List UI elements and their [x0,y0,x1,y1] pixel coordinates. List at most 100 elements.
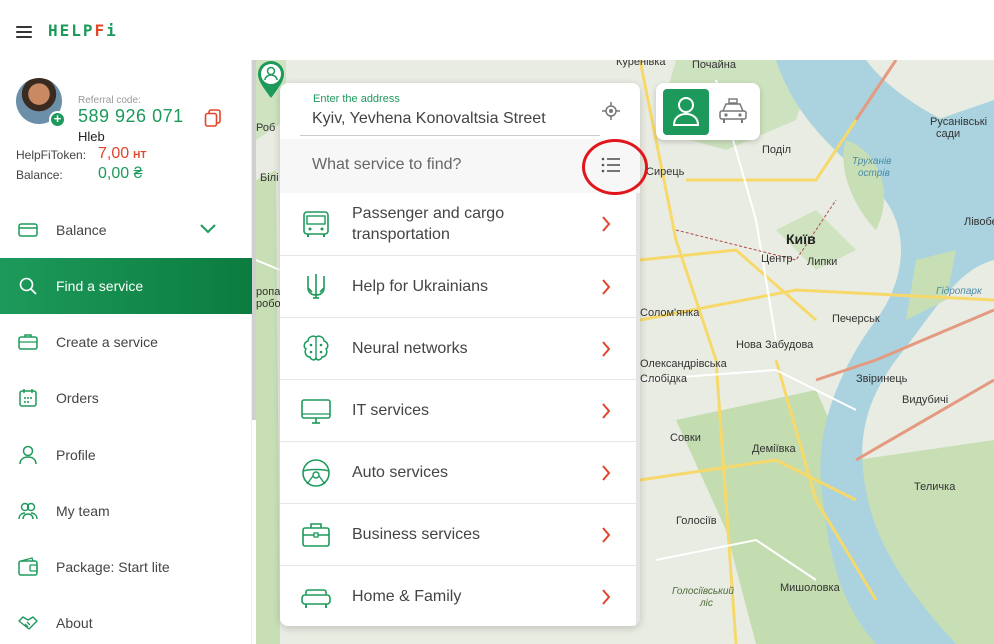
sidebar-scrollbar[interactable] [252,60,256,420]
search-placeholder: What service to find? [312,156,462,173]
sidebar-item-label: About [56,615,93,631]
map-label: Труханів [852,156,892,167]
sidebar-item-profile[interactable]: Profile [0,427,252,483]
panel-scrollbar[interactable] [636,193,640,626]
map-label: Олександрівська [640,358,727,370]
customer-role-button[interactable] [663,89,709,135]
person-icon [672,97,700,126]
service-label: IT services [352,402,430,419]
map-label: Мишоловка [780,582,840,594]
service-item-auto-services[interactable]: Auto services [280,441,636,503]
service-item-home-family[interactable]: Home & Family [280,565,636,626]
map-label: ропа [256,286,281,298]
top-bar: HELPFi [0,0,994,60]
sidebar-item-balance[interactable]: Balance [0,202,252,258]
service-item-business-services[interactable]: Business services [280,503,636,565]
taxi-icon[interactable] [718,97,748,127]
service-label: Neural networks [352,340,468,357]
team-icon [18,502,38,520]
map-label: робо [256,298,281,310]
map-label: Гідропарк [936,286,982,297]
map-label: Центр [761,253,793,265]
service-item-transportation[interactable]: Passenger and cargo transportation [280,193,636,255]
chevron-right-icon [602,465,611,481]
token-value: 7,00 HT [98,145,147,162]
bus-icon [303,211,329,237]
sidebar-item-orders[interactable]: Orders [0,370,252,426]
sidebar-item-label: Orders [56,390,99,406]
sidebar-item-my-team[interactable]: My team [0,483,252,539]
sidebar-item-label: Create a service [56,334,158,350]
copy-icon[interactable] [204,109,222,127]
map-label: Звіринець [856,373,908,385]
map-label: Куренівка [616,60,666,68]
map-label: Липки [807,256,838,268]
service-item-help-ukrainians[interactable]: Help for Ukrainians [280,255,636,317]
service-item-it-services[interactable]: IT services [280,379,636,441]
address-input[interactable]: Kyiv, Yevhena Konovaltsia Street [312,110,546,128]
app-logo[interactable]: HELPFi [48,21,118,40]
sidebar-item-label: Balance [56,222,107,238]
sidebar-item-about[interactable]: About [0,595,252,644]
briefcase-icon [18,334,38,350]
map-label: Почайна [692,60,736,71]
map-label: Роб [256,122,276,134]
map-label: Совки [670,432,701,444]
address-label: Enter the address [313,93,400,105]
service-label: Business services [352,526,481,543]
role-switch [656,83,760,140]
my-location-icon[interactable] [602,102,620,120]
map-label: Поділ [762,144,792,156]
steering-wheel-icon [302,459,330,487]
trident-icon [307,274,325,299]
chevron-down-icon[interactable] [200,224,216,234]
map-label: Солом'янка [640,307,700,319]
map-label: Сирець [646,166,685,178]
map-label: Слобідка [640,373,687,385]
map-label: Голосіїв [676,515,717,527]
service-item-neural-networks[interactable]: Neural networks [280,317,636,379]
service-label: Help for Ukrainians [352,278,489,295]
map-label: Білі [260,172,279,184]
sidebar-item-label: My team [56,503,110,519]
balance-label: Balance: [16,168,63,182]
username: Hleb [78,129,105,144]
chevron-right-icon [602,279,611,295]
sidebar-item-package[interactable]: Package: Start lite [0,539,252,595]
sidebar-item-label: Profile [56,447,96,463]
chevron-right-icon [602,216,611,232]
handshake-icon [18,616,38,630]
chevron-right-icon [602,403,611,419]
map-label: Видубичі [902,394,949,406]
highlight-circle [582,139,648,195]
address-underline [300,135,600,136]
sidebar-item-find-service[interactable]: Find a service [0,258,252,314]
wallet-icon [18,223,38,237]
chevron-right-icon [602,589,611,605]
service-label: Home & Family [352,588,462,605]
map-label: ліс [700,598,713,609]
map-label: Київ [786,231,816,247]
add-photo-icon[interactable]: + [49,111,66,128]
service-label: Passenger and cargo transportation [352,205,505,243]
map-label: острів [858,168,890,179]
brain-icon [303,335,329,361]
briefcase-icon [302,523,330,547]
hamburger-menu-icon[interactable] [16,26,32,38]
map-label: Печерськ [832,313,880,325]
map-label: Нова Забудова [736,339,814,351]
sidebar: + Referral code: 589 926 071 Hleb HelpFi… [0,60,252,644]
sidebar-item-label: Package: Start lite [56,559,170,575]
person-icon [19,445,37,465]
sidebar-item-create-service[interactable]: Create a service [0,314,252,370]
service-label: Auto services [352,464,449,481]
sofa-icon [301,589,331,608]
map-label: Голосіївський [672,586,734,597]
monitor-icon [301,399,331,424]
chevron-right-icon [602,527,611,543]
token-label: HelpFiToken: [16,148,87,162]
calendar-icon [19,389,37,407]
search-icon [19,277,37,295]
map-label: Деміївка [752,443,796,455]
token-row: HelpFiToken: 7,00 HT [16,145,146,162]
